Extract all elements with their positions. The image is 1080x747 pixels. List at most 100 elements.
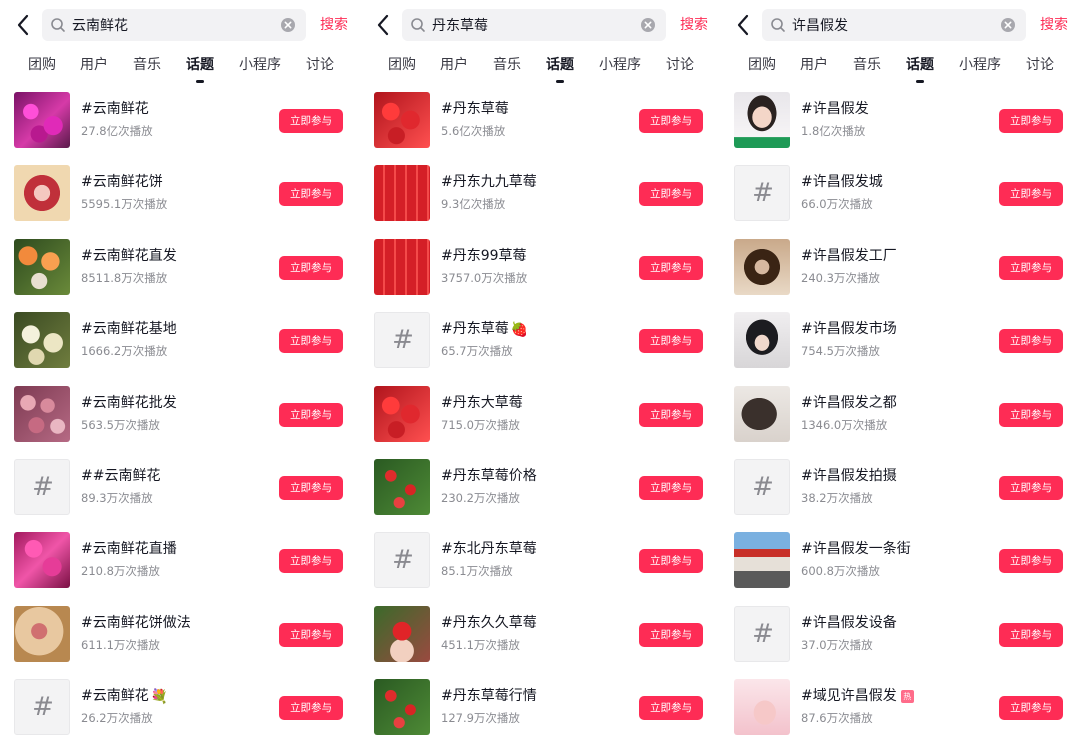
- back-arrow-icon[interactable]: [374, 12, 394, 38]
- search-button[interactable]: 搜索: [1040, 14, 1068, 34]
- search-input[interactable]: [792, 9, 992, 41]
- topic-title: #丹东草莓: [441, 98, 509, 118]
- tab-item[interactable]: 话题: [906, 54, 934, 83]
- topic-thumbnail: [734, 92, 790, 148]
- tab-label: 音乐: [853, 57, 881, 73]
- join-button[interactable]: 立即参与: [279, 255, 343, 280]
- topic-title-text: #云南鲜花基地: [81, 321, 177, 338]
- join-button[interactable]: 立即参与: [279, 549, 343, 574]
- topic-row[interactable]: #丹东草莓价格 230.2万次播放 立即参与: [360, 451, 720, 524]
- topic-title-text: #丹东九九草莓: [441, 174, 537, 191]
- tab-item[interactable]: 用户: [80, 54, 108, 74]
- search-box[interactable]: [402, 9, 666, 41]
- topic-row[interactable]: #丹东草莓 5.6亿次播放 立即参与: [360, 84, 720, 157]
- join-button[interactable]: 立即参与: [999, 109, 1063, 133]
- search-box[interactable]: [42, 9, 306, 41]
- join-button[interactable]: 立即参与: [999, 549, 1063, 574]
- topic-title-text: #云南鲜花直发: [81, 247, 177, 264]
- join-button[interactable]: 立即参与: [999, 182, 1063, 207]
- join-button[interactable]: 立即参与: [639, 696, 703, 721]
- join-button[interactable]: 立即参与: [639, 182, 703, 207]
- topic-row[interactable]: #云南鲜花 27.8亿次播放 立即参与: [0, 84, 360, 157]
- topic-row[interactable]: #许昌假发一条街 600.8万次播放 立即参与: [720, 524, 1080, 597]
- join-button[interactable]: 立即参与: [279, 402, 343, 427]
- join-button[interactable]: 立即参与: [999, 329, 1063, 354]
- back-arrow-icon[interactable]: [734, 12, 754, 38]
- topic-row[interactable]: #丹东99草莓 3757.0万次播放 立即参与: [360, 231, 720, 304]
- topic-row[interactable]: #云南鲜花直发 8511.8万次播放 立即参与: [0, 231, 360, 304]
- topic-row[interactable]: #许昌假发之都 1346.0万次播放 立即参与: [720, 378, 1080, 451]
- topic-row[interactable]: #域见许昌假发热 87.6万次播放 立即参与: [720, 671, 1080, 744]
- topic-row[interactable]: # #丹东草莓 🍓 65.7万次播放 立即参与: [360, 304, 720, 377]
- tab-item[interactable]: 讨论: [1026, 54, 1054, 74]
- search-box[interactable]: [762, 9, 1026, 41]
- topic-row[interactable]: # #许昌假发城 66.0万次播放 立即参与: [720, 157, 1080, 230]
- join-button[interactable]: 立即参与: [639, 549, 703, 574]
- topic-title: #许昌假发一条街: [801, 538, 911, 558]
- search-button[interactable]: 搜索: [680, 14, 708, 34]
- tab-item[interactable]: 团购: [388, 54, 416, 74]
- tab-item[interactable]: 音乐: [853, 54, 881, 74]
- topic-row[interactable]: #丹东九九草莓 9.3亿次播放 立即参与: [360, 157, 720, 230]
- tab-item[interactable]: 话题: [546, 54, 574, 83]
- search-input[interactable]: [432, 9, 632, 41]
- topic-row[interactable]: # #许昌假发设备 37.0万次播放 立即参与: [720, 598, 1080, 671]
- join-button[interactable]: 立即参与: [999, 255, 1063, 280]
- tab-item[interactable]: 讨论: [306, 54, 334, 74]
- search-input[interactable]: [72, 9, 272, 41]
- clear-icon[interactable]: [280, 17, 296, 33]
- join-button[interactable]: 立即参与: [279, 109, 343, 133]
- join-button[interactable]: 立即参与: [639, 255, 703, 280]
- join-button[interactable]: 立即参与: [279, 475, 343, 500]
- join-button[interactable]: 立即参与: [999, 696, 1063, 721]
- topic-row[interactable]: #云南鲜花基地 1666.2万次播放 立即参与: [0, 304, 360, 377]
- tab-item[interactable]: 音乐: [133, 54, 161, 74]
- search-button[interactable]: 搜索: [320, 14, 348, 34]
- topic-row[interactable]: #许昌假发工厂 240.3万次播放 立即参与: [720, 231, 1080, 304]
- topic-row[interactable]: #丹东大草莓 715.0万次播放 立即参与: [360, 378, 720, 451]
- topic-row[interactable]: #云南鲜花直播 210.8万次播放 立即参与: [0, 524, 360, 597]
- back-arrow-icon[interactable]: [14, 12, 34, 38]
- topic-row[interactable]: #丹东草莓行情 127.9万次播放 立即参与: [360, 671, 720, 744]
- tab-item[interactable]: 用户: [800, 54, 828, 74]
- clear-icon[interactable]: [640, 17, 656, 33]
- join-button[interactable]: 立即参与: [279, 182, 343, 207]
- play-count: 1666.2万次播放: [81, 344, 168, 359]
- tab-item[interactable]: 用户: [440, 54, 468, 74]
- join-button[interactable]: 立即参与: [999, 475, 1063, 500]
- topic-row[interactable]: # #许昌假发拍摄 38.2万次播放 立即参与: [720, 451, 1080, 524]
- join-button[interactable]: 立即参与: [999, 622, 1063, 647]
- join-button[interactable]: 立即参与: [279, 696, 343, 721]
- clear-icon[interactable]: [1000, 17, 1016, 33]
- tab-label: 用户: [800, 57, 828, 73]
- topic-row[interactable]: # #东北丹东草莓 85.1万次播放 立即参与: [360, 524, 720, 597]
- join-button[interactable]: 立即参与: [639, 109, 703, 133]
- join-button[interactable]: 立即参与: [639, 329, 703, 354]
- tab-item[interactable]: 讨论: [666, 54, 694, 74]
- tab-item[interactable]: 音乐: [493, 54, 521, 74]
- topic-row[interactable]: #丹东久久草莓 451.1万次播放 立即参与: [360, 598, 720, 671]
- topic-row[interactable]: #许昌假发 1.8亿次播放 立即参与: [720, 84, 1080, 157]
- tab-item[interactable]: 团购: [28, 54, 56, 74]
- topic-row[interactable]: #云南鲜花批发 563.5万次播放 立即参与: [0, 378, 360, 451]
- topic-row[interactable]: # ##云南鲜花 89.3万次播放 立即参与: [0, 451, 360, 524]
- topic-row[interactable]: # #云南鲜花 💐 26.2万次播放 立即参与: [0, 671, 360, 744]
- join-button[interactable]: 立即参与: [639, 622, 703, 647]
- join-button[interactable]: 立即参与: [279, 329, 343, 354]
- tab-item[interactable]: 团购: [748, 54, 776, 74]
- topic-row[interactable]: #许昌假发市场 754.5万次播放 立即参与: [720, 304, 1080, 377]
- tab-item[interactable]: 话题: [186, 54, 214, 83]
- join-button[interactable]: 立即参与: [999, 402, 1063, 427]
- tab-item[interactable]: 小程序: [959, 54, 1001, 74]
- join-button[interactable]: 立即参与: [639, 402, 703, 427]
- hash-glyph: #: [752, 471, 774, 502]
- topic-row[interactable]: #云南鲜花饼 5595.1万次播放 立即参与: [0, 157, 360, 230]
- join-button[interactable]: 立即参与: [639, 475, 703, 500]
- topic-title: #丹东久久草莓: [441, 612, 537, 632]
- play-count: 8511.8万次播放: [81, 270, 168, 285]
- tab-item[interactable]: 小程序: [239, 54, 281, 74]
- join-button[interactable]: 立即参与: [279, 622, 343, 647]
- tab-item[interactable]: 小程序: [599, 54, 641, 74]
- topic-row[interactable]: #云南鲜花饼做法 611.1万次播放 立即参与: [0, 598, 360, 671]
- topic-title-text: #丹东99草莓: [441, 247, 527, 264]
